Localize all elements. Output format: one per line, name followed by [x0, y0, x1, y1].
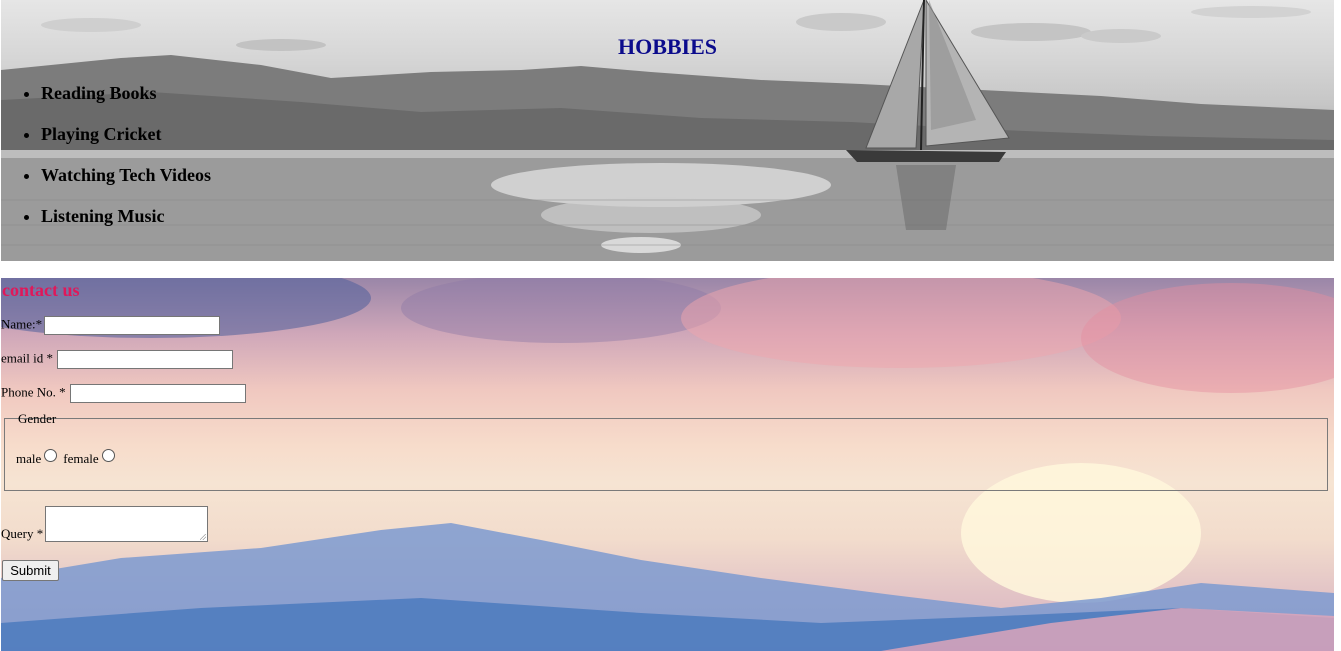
list-item: Reading Books	[41, 80, 211, 121]
gender-fieldset: Gender male female	[4, 411, 1328, 491]
contact-section: contact us Name:* email id * Phone No. *…	[1, 278, 1334, 651]
contact-title: contact us	[2, 280, 80, 300]
submit-button[interactable]: Submit	[2, 560, 59, 581]
male-radio[interactable]	[44, 449, 58, 462]
list-item: Listening Music	[41, 203, 211, 244]
female-label: female	[63, 451, 99, 466]
list-item: Playing Cricket	[41, 121, 211, 162]
email-input[interactable]	[57, 350, 233, 369]
female-radio[interactable]	[101, 449, 115, 462]
phone-label: Phone No. *	[1, 384, 66, 400]
hobby-list: Reading Books Playing Cricket Watching T…	[1, 80, 211, 244]
gender-legend: Gender	[18, 411, 57, 426]
phone-input[interactable]	[69, 384, 246, 403]
hobbies-section: HOBBIES Reading Books Playing Cricket Wa…	[1, 0, 1334, 261]
gender-options: male female	[16, 449, 121, 467]
list-item: Watching Tech Videos	[41, 162, 211, 203]
name-input[interactable]	[44, 316, 221, 335]
email-row: email id *	[1, 350, 233, 369]
email-label: email id *	[1, 350, 53, 366]
phone-row: Phone No. *	[1, 384, 246, 403]
hobbies-title: HOBBIES	[617, 34, 718, 59]
name-row: Name:*	[1, 316, 221, 335]
male-label: male	[16, 451, 42, 466]
query-row: Query *	[1, 506, 209, 542]
query-label: Query *	[1, 526, 44, 541]
name-label: Name:*	[1, 316, 43, 332]
query-textarea[interactable]	[45, 506, 209, 542]
